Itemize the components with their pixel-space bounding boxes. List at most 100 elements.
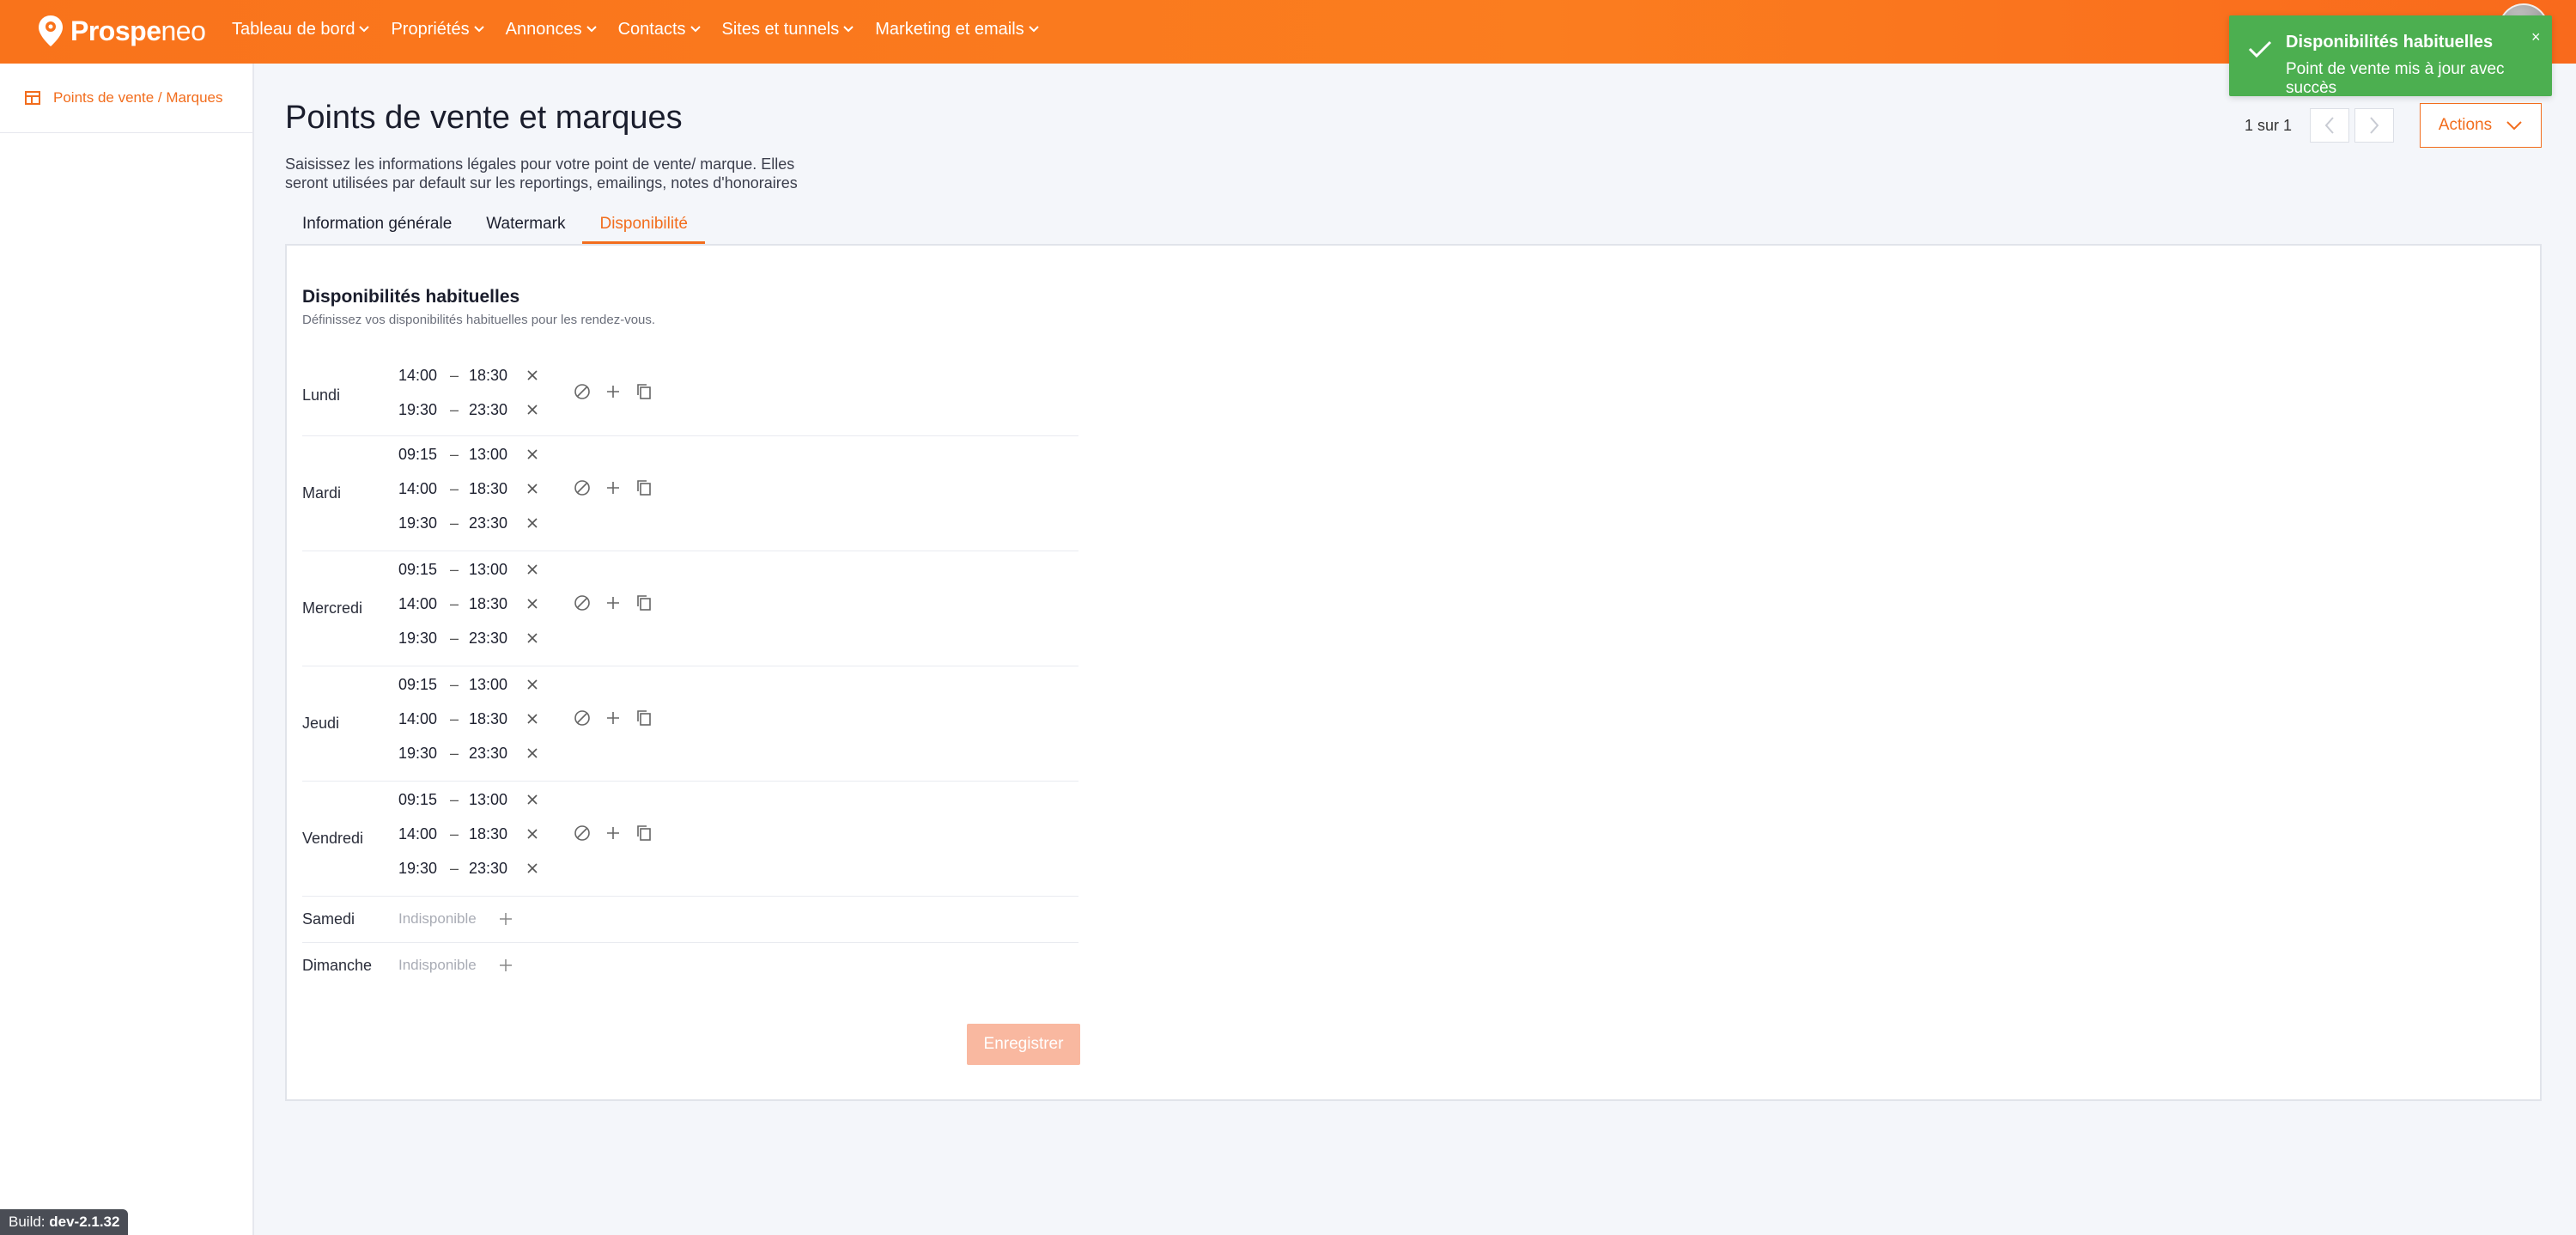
add-slot-icon[interactable] (598, 710, 629, 726)
brand-logo[interactable]: Prospeneo (38, 12, 206, 50)
nav-proprietes[interactable]: Propriétés (391, 20, 484, 40)
end-time[interactable]: 23:30 (469, 630, 524, 648)
end-time[interactable]: 18:30 (469, 825, 524, 843)
section-subtitle: Définissez vos disponibilités habituelle… (302, 313, 656, 327)
end-time[interactable]: 13:00 (469, 791, 524, 809)
day-name: Jeudi (302, 715, 340, 732)
tab-watermark[interactable]: Watermark (469, 211, 582, 244)
previous-page-button[interactable] (2310, 108, 2349, 143)
remove-slot-icon[interactable] (524, 563, 541, 575)
sidebar-item-points-de-vente[interactable]: Points de vente / Marques (24, 89, 223, 106)
nav-tableau-de-bord[interactable]: Tableau de bord (232, 20, 370, 40)
sidebar-item-label: Points de vente / Marques (53, 89, 223, 106)
start-time[interactable]: 09:15 (398, 446, 440, 464)
start-time[interactable]: 14:00 (398, 825, 440, 843)
start-time[interactable]: 14:00 (398, 595, 440, 613)
build-badge: Build: dev-2.1.32 (0, 1209, 129, 1235)
end-time[interactable]: 23:30 (469, 514, 524, 532)
end-time[interactable]: 13:00 (469, 446, 524, 464)
toast-message: Point de vente mis à jour avec succès (2286, 60, 2505, 97)
start-time[interactable]: 19:30 (398, 401, 440, 419)
end-time[interactable]: 18:30 (469, 710, 524, 728)
start-time[interactable]: 09:15 (398, 791, 440, 809)
remove-slot-icon[interactable] (524, 598, 541, 610)
page-description: Saisissez les informations légales pour … (285, 155, 798, 192)
add-slot-icon[interactable] (499, 912, 513, 926)
remove-slot-icon[interactable] (524, 747, 541, 759)
time-slot: 19:30 – 23:30 (398, 744, 541, 763)
remove-slot-icon[interactable] (524, 794, 541, 806)
remove-slot-icon[interactable] (524, 369, 541, 381)
start-time[interactable]: 14:00 (398, 480, 440, 498)
start-time[interactable]: 19:30 (398, 514, 440, 532)
nav-marketing-et-emails[interactable]: Marketing et emails (875, 20, 1039, 40)
pager-count: 1 sur 1 (2245, 117, 2293, 134)
add-slot-icon[interactable] (499, 958, 513, 972)
add-slot-icon[interactable] (598, 384, 629, 399)
start-time[interactable]: 19:30 (398, 745, 440, 763)
actions-dropdown-button[interactable]: Actions (2420, 103, 2542, 148)
next-page-button[interactable] (2354, 108, 2394, 143)
remove-slot-icon[interactable] (524, 404, 541, 416)
end-time[interactable]: 18:30 (469, 595, 524, 613)
chevron-down-icon (359, 26, 370, 33)
day-tools (567, 709, 659, 727)
start-time[interactable]: 14:00 (398, 710, 440, 728)
end-time[interactable]: 18:30 (469, 367, 524, 385)
chevron-down-icon (843, 26, 854, 33)
start-time[interactable]: 19:30 (398, 630, 440, 648)
remove-slot-icon[interactable] (524, 713, 541, 725)
day-row-jeudi: Jeudi 09:15 – 13:00 14:00 – 18:30 19:30 … (302, 666, 1078, 782)
nav-contacts[interactable]: Contacts (618, 20, 702, 40)
day-tools (567, 594, 659, 611)
remove-slot-icon[interactable] (524, 483, 541, 495)
day-row-samedi: Samedi Indisponible (302, 897, 1078, 943)
unavailable-icon[interactable] (567, 383, 598, 400)
start-time[interactable]: 09:15 (398, 561, 440, 579)
day-tools (567, 479, 659, 496)
copy-icon[interactable] (629, 383, 659, 400)
time-separator: – (449, 594, 459, 612)
remove-slot-icon[interactable] (524, 448, 541, 460)
copy-icon[interactable] (629, 479, 659, 496)
unavailable-icon[interactable] (567, 709, 598, 727)
unavailable-icon[interactable] (567, 594, 598, 611)
close-icon[interactable]: × (2531, 29, 2541, 45)
toast-title: Disponibilités habituelles (2286, 33, 2494, 52)
add-slot-icon[interactable] (598, 480, 629, 496)
end-time[interactable]: 23:30 (469, 745, 524, 763)
start-time[interactable]: 09:15 (398, 676, 440, 694)
start-time[interactable]: 14:00 (398, 367, 440, 385)
remove-slot-icon[interactable] (524, 828, 541, 840)
remove-slot-icon[interactable] (524, 517, 541, 529)
copy-icon[interactable] (629, 594, 659, 611)
section-title: Disponibilités habituelles (302, 287, 520, 307)
unavailable-icon[interactable] (567, 824, 598, 842)
tab-information-generale[interactable]: Information générale (285, 211, 469, 244)
end-time[interactable]: 23:30 (469, 401, 524, 419)
add-slot-icon[interactable] (598, 595, 629, 611)
day-row-mercredi: Mercredi 09:15 – 13:00 14:00 – 18:30 19:… (302, 551, 1078, 666)
add-slot-icon[interactable] (598, 825, 629, 841)
check-icon (2248, 40, 2272, 58)
start-time[interactable]: 19:30 (398, 860, 440, 878)
day-name: Samedi (302, 910, 355, 928)
unavailable-icon[interactable] (567, 479, 598, 496)
end-time[interactable]: 13:00 (469, 676, 524, 694)
time-slot: 14:00 – 18:30 (398, 479, 541, 498)
save-button[interactable]: Enregistrer (967, 1024, 1080, 1065)
end-time[interactable]: 18:30 (469, 480, 524, 498)
nav-sites-et-tunnels[interactable]: Sites et tunnels (722, 20, 855, 40)
remove-slot-icon[interactable] (524, 862, 541, 874)
end-time[interactable]: 23:30 (469, 860, 524, 878)
time-slot: 19:30 – 23:30 (398, 514, 541, 532)
remove-slot-icon[interactable] (524, 632, 541, 644)
tab-disponibilite[interactable]: Disponibilité (582, 211, 705, 244)
day-row-dimanche: Dimanche Indisponible (302, 943, 1078, 989)
copy-icon[interactable] (629, 824, 659, 842)
remove-slot-icon[interactable] (524, 678, 541, 691)
end-time[interactable]: 13:00 (469, 561, 524, 579)
day-name: Dimanche (302, 957, 373, 974)
copy-icon[interactable] (629, 709, 659, 727)
nav-annonces[interactable]: Annonces (506, 20, 598, 40)
